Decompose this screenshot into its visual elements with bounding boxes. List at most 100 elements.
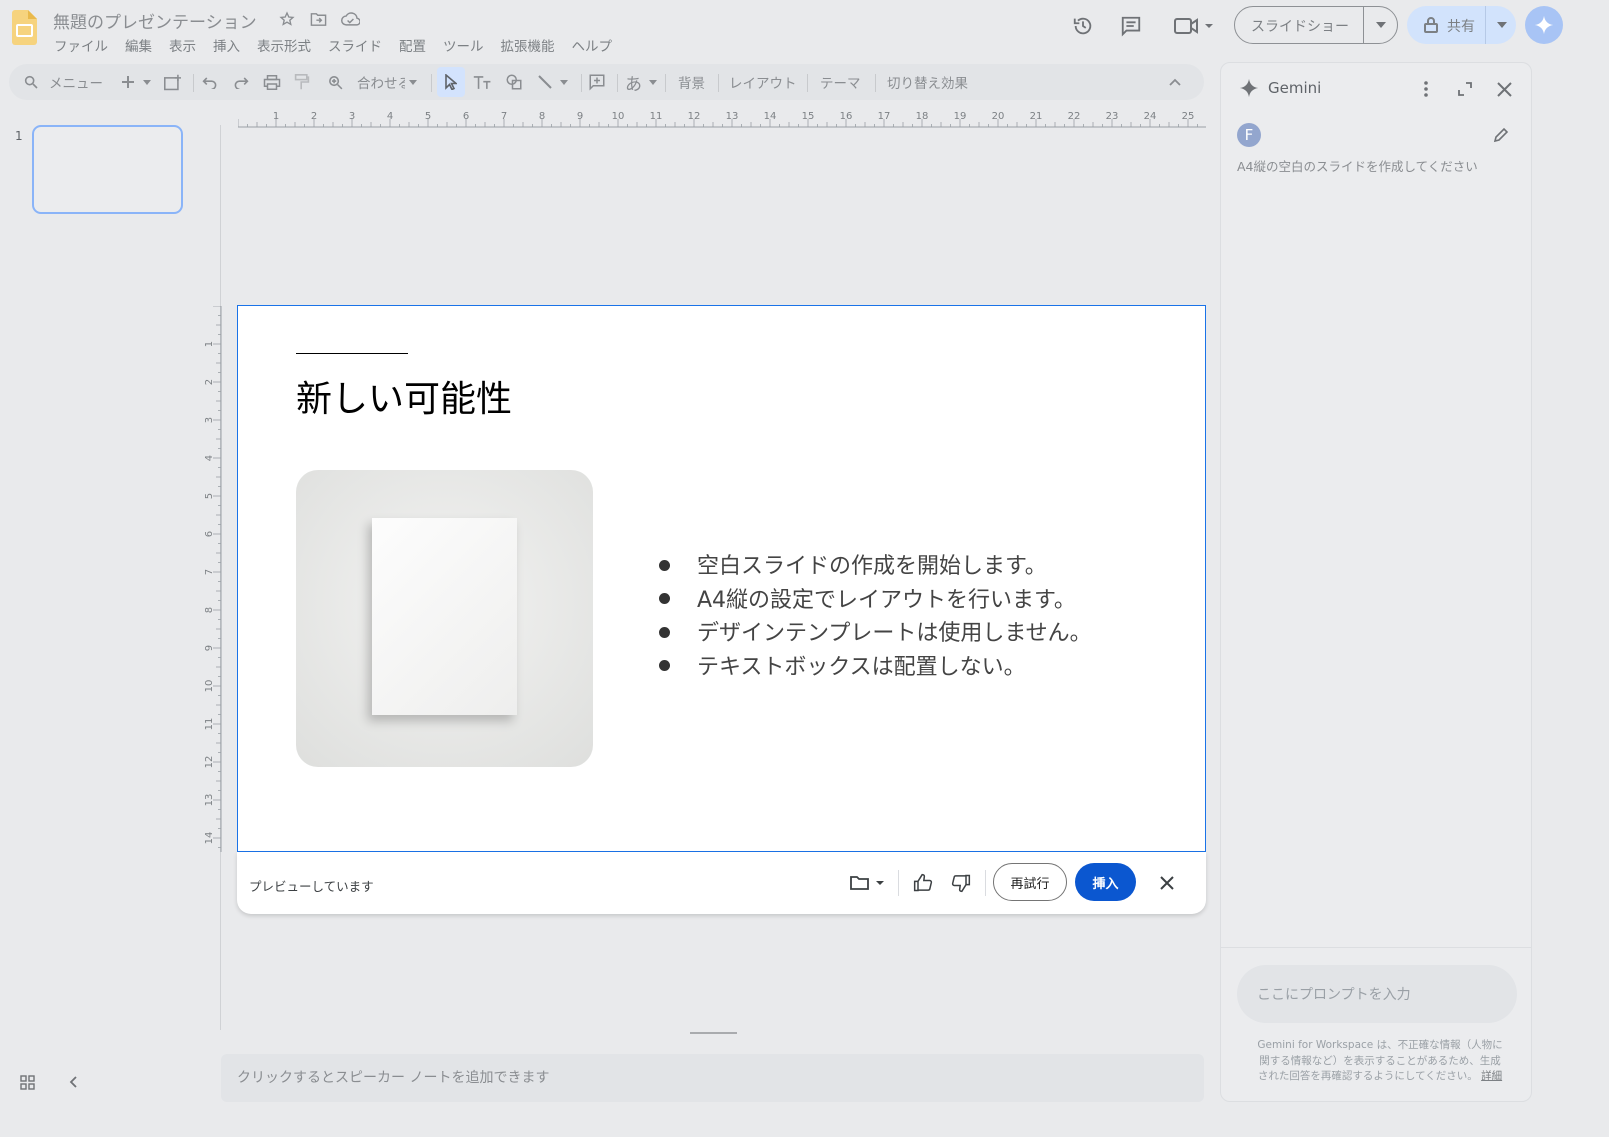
ruler-label: 18 [916,111,929,122]
input-tools-button[interactable]: あ [625,64,657,100]
insert-label: 挿入 [1092,876,1119,892]
background-button[interactable]: 背景 [678,64,705,100]
zoom-icon[interactable] [327,64,344,100]
presentation-title[interactable]: 無題のプレゼンテーション [53,8,257,33]
transition-button[interactable]: 切り替え効果 [887,64,968,100]
gemini-disclaimer: Gemini for Workspace は、不正確な情報（人物に 関する情報な… [1235,1038,1525,1085]
toolbar-divider [875,74,876,92]
new-slide-layout-icon[interactable] [163,64,182,100]
slideshow-button[interactable]: スライドショー [1251,16,1349,36]
insert-button[interactable]: 挿入 [1075,863,1136,901]
slide-canvas[interactable]: 新しい可能性 空白スライドの作成を開始します。 A4縦の設定でレイアウトを行いま… [237,305,1206,852]
ruler-label: 14 [764,111,777,122]
paper-sheet [372,518,517,715]
line-tool-icon[interactable] [537,64,568,100]
ruler-label: 4 [387,111,393,122]
theme-button[interactable]: テーマ [820,64,861,100]
menu-extensions[interactable]: 拡張機能 [501,35,555,55]
menu-arrange[interactable]: 配置 [399,35,426,55]
bullet-text: デザインテンプレートは使用しません。 [697,621,1092,647]
menu-slide[interactable]: スライド [328,35,382,55]
select-tool-icon[interactable] [437,67,465,97]
bullet-list[interactable]: 空白スライドの作成を開始します。 A4縦の設定でレイアウトを行います。 デザイン… [659,550,1092,684]
more-options-icon[interactable] [1416,78,1436,100]
menu-search-box[interactable]: メニュー [23,64,103,100]
slides-logo-icon[interactable] [12,10,37,45]
version-history-icon[interactable] [1070,13,1095,38]
slideshow-dropdown-icon[interactable] [1365,7,1397,43]
ruler-label: 25 [1182,111,1195,122]
speaker-notes[interactable]: クリックするとスピーカー ノートを追加できます [221,1054,1204,1102]
paper-image[interactable] [296,470,593,767]
menu-tools[interactable]: ツール [443,35,484,55]
star-icon[interactable] [278,10,296,28]
expand-icon[interactable] [1454,78,1476,100]
ruler-label: 8 [204,607,215,613]
share-button[interactable]: 共有 [1447,16,1475,36]
toolbar-divider [718,74,719,92]
menu-view[interactable]: 表示 [169,35,196,55]
search-icon [24,75,38,89]
layout-button[interactable]: レイアウト [729,64,797,100]
save-to-folder-icon[interactable] [847,870,887,896]
menu-format[interactable]: 表示形式 [257,35,311,55]
ruler-label: 1 [204,341,215,347]
menu-insert[interactable]: 挿入 [213,35,240,55]
move-folder-icon[interactable] [309,10,327,28]
ruler-label: 11 [204,718,215,731]
paint-format-icon[interactable] [294,64,310,100]
thumbs-down-icon[interactable] [948,870,974,896]
toolbar-divider [193,74,194,92]
share-dropdown-icon[interactable] [1487,6,1516,44]
ruler-label: 10 [204,680,215,693]
menu-search-label: メニュー [49,76,103,92]
print-icon[interactable] [263,64,281,100]
zoom-select[interactable]: 合わせる [357,64,417,100]
notes-resize-handle[interactable] [690,1032,737,1034]
chevron-down-icon [560,79,568,85]
shape-icon[interactable] [505,64,523,100]
retry-button[interactable]: 再試行 [993,863,1067,901]
gemini-toggle-icon[interactable] [1525,6,1563,44]
list-item: テキストボックスは配置しない。 [659,651,1092,685]
slide-thumbnail[interactable] [32,125,183,214]
bullet-text: 空白スライドの作成を開始します。 [697,554,1047,579]
disclaimer-line: 関する情報など）を表示することがあるため、生成 [1259,1054,1501,1067]
edit-prompt-icon[interactable] [1490,124,1512,146]
ruler-label: 8 [539,111,545,122]
redo-icon[interactable] [233,64,249,100]
collapse-toolbar-icon[interactable] [1169,64,1181,100]
menu-help[interactable]: ヘルプ [572,35,613,55]
ruler-label: 3 [349,111,355,122]
toolbar: メニュー 合わせる あ 背景 レイアウト テーマ 切り替え効果 [9,64,1204,100]
ruler-label: 1 [273,111,279,122]
share-divider [1485,6,1486,44]
toolbar-divider [581,74,582,92]
details-link[interactable]: 詳細 [1481,1070,1502,1082]
meet-video-icon[interactable] [1170,13,1215,38]
lock-icon [1423,16,1439,34]
preview-status: プレビューしています [249,879,374,894]
ruler-label: 16 [840,111,853,122]
preview-divider [985,870,986,896]
ruler-label: 9 [577,111,583,122]
ruler-label: 10 [612,111,625,122]
prompt-input[interactable]: ここにプロンプトを入力 [1237,965,1517,1023]
slide-title[interactable]: 新しい可能性 [296,370,512,422]
cloud-saved-icon[interactable] [340,10,360,28]
new-slide-button[interactable] [121,64,151,100]
menu-file[interactable]: ファイル [54,35,108,55]
slide-number: 1 [15,129,23,143]
prompt-input-placeholder: ここにプロンプトを入力 [1257,987,1411,1003]
undo-icon[interactable] [202,64,218,100]
add-comment-icon[interactable] [588,64,606,100]
grid-view-icon[interactable] [18,1073,36,1091]
close-preview-icon[interactable] [1154,870,1180,896]
thumbs-up-icon[interactable] [910,870,936,896]
collapse-filmstrip-icon[interactable] [64,1073,82,1091]
preview-divider [898,870,899,896]
text-box-icon[interactable] [473,64,492,100]
close-gemini-icon[interactable] [1493,78,1515,100]
comments-icon[interactable] [1118,13,1143,38]
menu-edit[interactable]: 編集 [125,35,152,55]
